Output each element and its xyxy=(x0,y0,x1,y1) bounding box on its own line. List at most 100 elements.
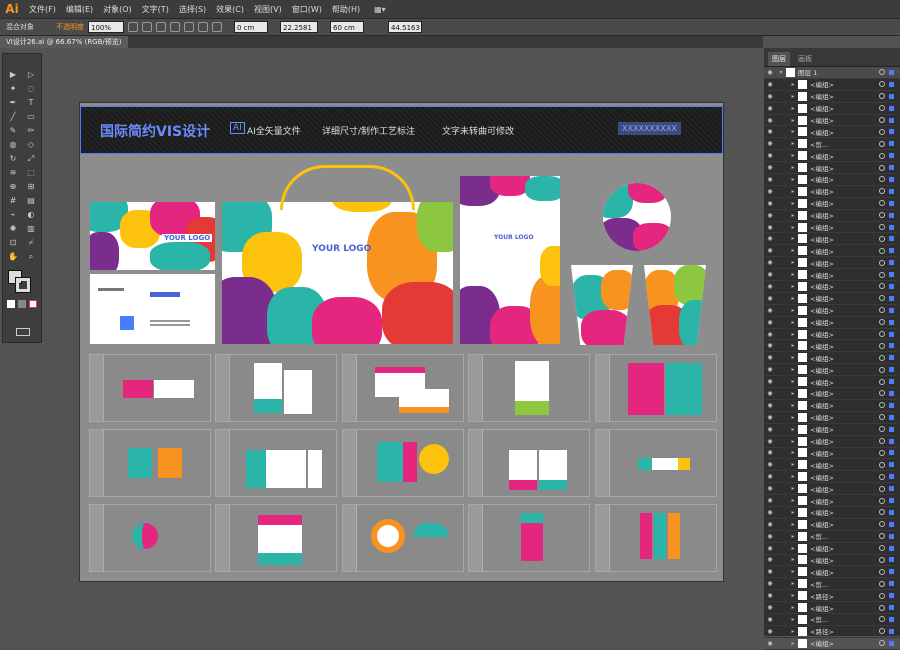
selection-indicator[interactable] xyxy=(889,533,894,539)
selection-indicator[interactable] xyxy=(889,236,894,242)
target-circle-icon[interactable] xyxy=(879,188,885,195)
selection-indicator[interactable] xyxy=(889,367,894,373)
expand-triangle-icon[interactable]: ▾ xyxy=(776,69,786,76)
target-circle-icon[interactable] xyxy=(879,93,885,100)
expand-triangle-icon[interactable]: ▸ xyxy=(788,105,798,112)
visibility-eye-icon[interactable]: ◉ xyxy=(764,354,776,361)
layer-row[interactable]: ◉ ▸ <编组> xyxy=(764,519,900,531)
expand-triangle-icon[interactable]: ▸ xyxy=(788,616,798,623)
visibility-eye-icon[interactable]: ◉ xyxy=(764,117,776,124)
align-icon[interactable] xyxy=(142,22,152,32)
layer-row[interactable]: ◉ ▸ <剪... xyxy=(764,531,900,543)
target-circle-icon[interactable] xyxy=(879,152,885,159)
menu-edit[interactable]: 编辑(E) xyxy=(61,4,98,15)
layer-row[interactable]: ◉ ▸ <剪... xyxy=(764,138,900,151)
expand-triangle-icon[interactable]: ▸ xyxy=(788,295,798,302)
target-circle-icon[interactable] xyxy=(879,200,885,207)
blob-brush-icon[interactable]: ◍ xyxy=(7,140,19,150)
expand-triangle-icon[interactable]: ▸ xyxy=(788,533,798,540)
target-circle-icon[interactable] xyxy=(879,449,885,456)
visibility-eye-icon[interactable]: ◉ xyxy=(764,93,776,100)
visibility-eye-icon[interactable]: ◉ xyxy=(764,473,776,480)
layer-row[interactable]: ◉ ▸ <编组> xyxy=(764,245,900,258)
layer-row[interactable]: ◉ ▸ <编组> xyxy=(764,91,900,103)
expand-triangle-icon[interactable]: ▸ xyxy=(788,331,798,338)
target-circle-icon[interactable] xyxy=(879,342,885,349)
mesh-tool-icon[interactable]: # xyxy=(7,196,19,206)
layer-row[interactable]: ◉ ▸ <剪... xyxy=(764,578,900,591)
expand-triangle-icon[interactable]: ▸ xyxy=(788,592,798,599)
menu-type[interactable]: 文字(T) xyxy=(137,4,174,15)
transform-icon[interactable] xyxy=(212,22,222,32)
height-field[interactable]: 60 cm xyxy=(330,21,364,33)
target-circle-icon[interactable] xyxy=(879,283,885,290)
expand-triangle-icon[interactable]: ▸ xyxy=(788,545,798,552)
menu-select[interactable]: 选择(S) xyxy=(174,4,211,15)
selection-indicator[interactable] xyxy=(889,557,894,563)
expand-triangle-icon[interactable]: ▸ xyxy=(788,438,798,445)
visibility-eye-icon[interactable]: ◉ xyxy=(764,580,776,587)
expand-triangle-icon[interactable]: ▸ xyxy=(788,449,798,456)
expand-triangle-icon[interactable]: ▸ xyxy=(788,497,798,504)
selection-indicator[interactable] xyxy=(889,521,894,527)
layer-row[interactable]: ◉ ▸ <编组> xyxy=(764,222,900,234)
visibility-eye-icon[interactable]: ◉ xyxy=(764,556,776,563)
selection-indicator[interactable] xyxy=(889,462,894,468)
layer-row[interactable]: ◉ ▸ <编组> xyxy=(764,281,900,293)
y-field[interactable]: 44.5163 xyxy=(388,21,422,33)
visibility-eye-icon[interactable]: ◉ xyxy=(764,295,776,302)
type-tool-icon[interactable]: T xyxy=(25,98,37,108)
selection-tool-icon[interactable]: ▶ xyxy=(7,70,19,80)
target-circle-icon[interactable] xyxy=(879,259,885,266)
selection-indicator[interactable] xyxy=(889,272,894,278)
target-circle-icon[interactable] xyxy=(879,402,885,409)
layer-row[interactable]: ◉ ▸ <编组> xyxy=(764,198,900,210)
expand-triangle-icon[interactable]: ▸ xyxy=(788,259,798,266)
selection-indicator[interactable] xyxy=(889,390,894,396)
recolor-icon[interactable] xyxy=(128,22,138,32)
menu-effect[interactable]: 效果(C) xyxy=(211,4,249,15)
layer-row[interactable]: ◉ ▸ <编组> xyxy=(764,269,900,282)
selection-indicator[interactable] xyxy=(889,605,894,611)
expand-triangle-icon[interactable]: ▸ xyxy=(788,473,798,480)
layer-row[interactable]: ◉ ▸ <编组> xyxy=(764,317,900,329)
layer-row[interactable]: ◉ ▸ <编组> xyxy=(764,412,900,424)
expand-triangle-icon[interactable]: ▸ xyxy=(788,568,798,575)
blend-tool-icon[interactable]: ◐ xyxy=(25,210,37,220)
expand-triangle-icon[interactable]: ▸ xyxy=(788,640,798,647)
expand-triangle-icon[interactable]: ▸ xyxy=(788,164,798,171)
visibility-eye-icon[interactable]: ◉ xyxy=(764,521,776,528)
expand-triangle-icon[interactable]: ▸ xyxy=(788,81,798,88)
expand-triangle-icon[interactable]: ▸ xyxy=(788,235,798,242)
shape-builder-icon[interactable]: ⊕ xyxy=(7,182,19,192)
target-circle-icon[interactable] xyxy=(879,140,885,147)
align-right-icon[interactable] xyxy=(198,22,208,32)
selection-indicator[interactable] xyxy=(889,224,894,230)
visibility-eye-icon[interactable]: ◉ xyxy=(764,640,776,647)
visibility-eye-icon[interactable]: ◉ xyxy=(764,616,776,623)
target-circle-icon[interactable] xyxy=(879,628,885,635)
selection-indicator[interactable] xyxy=(889,200,894,206)
layer-row[interactable]: ◉ ▸ <编组> xyxy=(764,436,900,448)
menu-view[interactable]: 视图(V) xyxy=(249,4,287,15)
visibility-eye-icon[interactable]: ◉ xyxy=(764,152,776,159)
expand-triangle-icon[interactable]: ▸ xyxy=(788,556,798,563)
target-circle-icon[interactable] xyxy=(879,390,885,397)
layer-row[interactable]: ◉ ▸ <编组> xyxy=(764,329,900,341)
expand-triangle-icon[interactable]: ▸ xyxy=(788,200,798,207)
selection-indicator[interactable] xyxy=(889,212,894,218)
selection-indicator[interactable] xyxy=(889,355,894,361)
target-circle-icon[interactable] xyxy=(879,378,885,385)
selection-indicator[interactable] xyxy=(889,141,894,147)
selection-indicator[interactable] xyxy=(889,628,894,634)
visibility-eye-icon[interactable]: ◉ xyxy=(764,592,776,599)
expand-triangle-icon[interactable]: ▸ xyxy=(788,271,798,278)
selection-indicator[interactable] xyxy=(889,616,894,622)
direct-selection-icon[interactable]: ▷ xyxy=(25,70,37,80)
layer-row[interactable]: ◉ ▸ <编组> xyxy=(764,103,900,115)
layer-row[interactable]: ◉ ▸ <编组> xyxy=(764,115,900,127)
eraser-icon[interactable]: ◇ xyxy=(25,140,37,150)
visibility-eye-icon[interactable]: ◉ xyxy=(764,271,776,278)
selection-indicator[interactable] xyxy=(889,343,894,349)
expand-triangle-icon[interactable]: ▸ xyxy=(788,283,798,290)
